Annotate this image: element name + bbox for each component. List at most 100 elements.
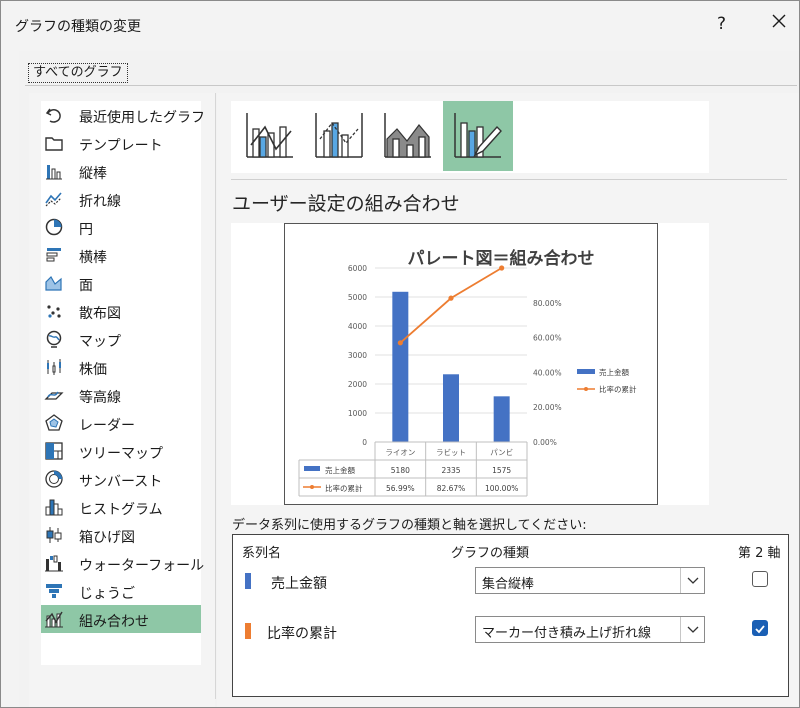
bar-3 bbox=[493, 396, 510, 442]
legend-marker bbox=[584, 387, 588, 391]
dialog-title: グラフの種類の変更 bbox=[15, 19, 141, 35]
help-button[interactable]: ? bbox=[717, 14, 726, 34]
chart-type-item[interactable]: サンバースト bbox=[41, 465, 201, 493]
chart-type-item[interactable]: 円 bbox=[41, 213, 201, 241]
chart-type-item[interactable]: 最近使用したグラフ bbox=[41, 101, 205, 129]
primary-tick-label: 4000 bbox=[348, 322, 367, 331]
category-label: パンビ bbox=[490, 448, 513, 457]
chart-type-label: 折れ線 bbox=[79, 194, 121, 210]
table-legend-key-bar bbox=[304, 466, 320, 471]
chart-type-select-sales[interactable]: 集合縦棒 bbox=[475, 567, 705, 594]
chart-type-item[interactable]: 横棒 bbox=[41, 241, 201, 269]
chart-type-item[interactable]: 折れ線 bbox=[41, 185, 201, 213]
primary-tick-label: 6000 bbox=[348, 264, 367, 273]
secondary-axis-checkbox-sales[interactable] bbox=[752, 571, 768, 587]
chart-type-list: 最近使用したグラフ テンプレート縦棒折れ線円横棒面散布図マップ株価等高線 レーダーツ… bbox=[41, 101, 205, 665]
scatter-chart-icon bbox=[47, 305, 61, 318]
box-whisker-icon bbox=[46, 527, 62, 543]
chart-type-label: ツリーマップ bbox=[79, 446, 163, 462]
chevron-down-icon bbox=[687, 626, 699, 633]
tab-divider bbox=[25, 85, 797, 86]
chart-type-item[interactable]: じょうご bbox=[41, 577, 201, 605]
bar-2 bbox=[443, 374, 459, 442]
subtype-custom-combination[interactable] bbox=[443, 101, 513, 171]
legend-label: 比率の累計 bbox=[599, 384, 637, 394]
line-marker-3 bbox=[499, 265, 505, 271]
chart-type-item[interactable]: 面 bbox=[41, 269, 201, 297]
area-column-icon bbox=[384, 113, 431, 158]
data-label: 56.99% bbox=[386, 484, 415, 493]
series-instruction: データ系列に使用するグラフの種類と軸を選択してください: bbox=[232, 518, 587, 533]
category-label: ライオン bbox=[385, 448, 415, 457]
dropdown-button[interactable] bbox=[680, 617, 704, 642]
primary-tick-label: 0 bbox=[362, 438, 367, 447]
chart-type-label: 最近使用したグラフ bbox=[79, 110, 205, 126]
secondary-tick-label: 20.00% bbox=[533, 403, 562, 412]
chart-type-item[interactable]: レーダー bbox=[41, 409, 201, 437]
cumulative-line bbox=[399, 267, 503, 344]
recent-icon bbox=[45, 108, 61, 123]
pareto-chart: パレート図＝組み合わせ01000200030004000500060000.00… bbox=[298, 248, 637, 497]
subtype-stacked-area-column[interactable] bbox=[373, 101, 443, 171]
clustered-column-line-icon bbox=[246, 113, 293, 158]
primary-tick-label: 1000 bbox=[348, 409, 367, 418]
series-color-swatch bbox=[245, 623, 251, 639]
bar-1 bbox=[392, 291, 409, 442]
treemap-icon bbox=[45, 442, 63, 460]
stock-chart-icon bbox=[47, 359, 61, 375]
secondary-axis-checkbox-cumulative[interactable] bbox=[752, 620, 768, 636]
data-label: 82.67% bbox=[437, 484, 466, 493]
chart-type-item[interactable]: マップ bbox=[41, 325, 201, 353]
subtype-clustered-column-line-secondary[interactable] bbox=[304, 101, 374, 171]
chart-type-item[interactable]: 箱ひげ図 bbox=[41, 521, 201, 549]
chart-type-item[interactable]: 縦棒 bbox=[41, 157, 201, 185]
chart-type-label: 組み合わせ bbox=[79, 614, 149, 630]
title-bar: グラフの種類の変更 ? bbox=[1, 1, 799, 49]
combo-chart-icon bbox=[45, 611, 63, 628]
subtype-clustered-column-line[interactable] bbox=[235, 101, 305, 171]
pie-chart-icon bbox=[45, 218, 63, 236]
primary-tick-label: 2000 bbox=[348, 380, 367, 389]
series-color-swatch bbox=[245, 573, 251, 589]
chart-type-item[interactable]: ヒストグラム bbox=[41, 493, 201, 521]
primary-tick-label: 3000 bbox=[348, 351, 367, 360]
area-chart-icon bbox=[45, 276, 62, 291]
chart-type-item[interactable]: ウォーターフォール bbox=[41, 549, 204, 577]
chart-type-item[interactable]: 散布図 bbox=[41, 297, 201, 325]
data-label: 1575 bbox=[492, 466, 511, 475]
column-line-secondary-axis-icon bbox=[315, 113, 363, 158]
waterfall-icon bbox=[45, 555, 63, 572]
chart-type-item[interactable]: 等高線 bbox=[41, 381, 201, 409]
line-marker-2 bbox=[448, 295, 454, 301]
chart-type-item[interactable]: 組み合わせ bbox=[41, 605, 201, 633]
chart-type-label: じょうご bbox=[79, 586, 135, 602]
dropdown-button[interactable] bbox=[680, 568, 704, 593]
chart-type-item[interactable]: 株価 bbox=[41, 353, 201, 381]
surface-chart-icon bbox=[44, 391, 64, 400]
chart-type-label: 株価 bbox=[79, 362, 107, 378]
pane-divider bbox=[215, 93, 216, 699]
close-button[interactable] bbox=[767, 9, 791, 33]
header-chart-type: グラフの種類 bbox=[451, 546, 530, 561]
primary-tick-label: 5000 bbox=[348, 293, 367, 302]
series-table: 系列名 グラフの種類 第 2 軸 売上金額 集合縦棒 比率の累計 マーカー付き積… bbox=[232, 534, 789, 697]
folder-icon bbox=[45, 137, 63, 151]
secondary-tick-label: 60.00% bbox=[533, 334, 562, 343]
column-chart-icon bbox=[46, 165, 62, 180]
histogram-icon bbox=[45, 499, 63, 516]
chart-type-label: 散布図 bbox=[79, 306, 121, 322]
chart-type-label: テンプレート bbox=[79, 138, 163, 154]
header-series-name: 系列名 bbox=[242, 546, 282, 561]
custom-combo-pencil-icon bbox=[454, 113, 502, 158]
tab-all-charts[interactable]: すべてのグラフ bbox=[28, 63, 128, 83]
chart-type-select-cumulative[interactable]: マーカー付き積み上げ折れ線 bbox=[475, 616, 705, 643]
chart-type-label: ヒストグラム bbox=[79, 502, 163, 518]
funnel-icon bbox=[46, 584, 62, 598]
chart-type-item[interactable]: ツリーマップ bbox=[41, 437, 201, 465]
radar-chart-icon bbox=[45, 414, 63, 431]
data-label: 2335 bbox=[441, 466, 460, 475]
secondary-tick-label: 80.00% bbox=[533, 299, 562, 308]
map-chart-icon bbox=[46, 330, 62, 348]
header-secondary-axis: 第 2 軸 bbox=[738, 546, 781, 561]
chart-type-item[interactable]: テンプレート bbox=[41, 129, 201, 157]
